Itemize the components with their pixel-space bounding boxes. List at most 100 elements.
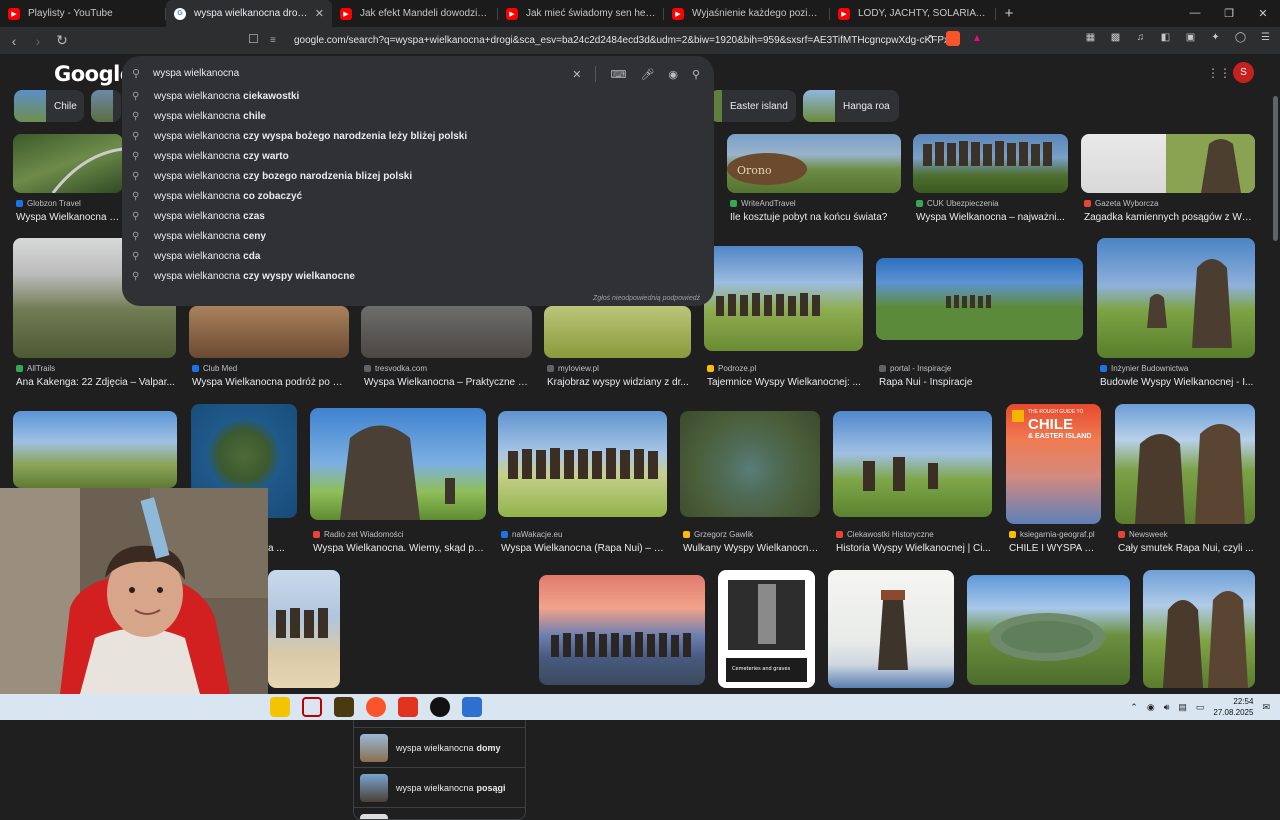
suggestion-item[interactable]: ⚲wyspa wielkanocnachile <box>122 106 714 126</box>
browser-tab[interactable]: ▶Jak mieć świadomy sen hehehe - You <box>498 0 664 27</box>
suggestion-item[interactable]: ⚲wyspa wielkanocnaceny <box>122 226 714 246</box>
chip-chile[interactable]: Chile <box>14 90 84 122</box>
chip-hanga-roa[interactable]: Hanga roa <box>803 90 899 122</box>
share-icon[interactable]: ↗ <box>922 32 936 46</box>
result-source[interactable]: Ciekawostki Historyczne <box>836 530 934 539</box>
result-image[interactable] <box>544 306 691 358</box>
browser-tab[interactable]: Gwyspa wielkanocna drogi - Szuk✕ <box>166 0 332 27</box>
result-source[interactable]: Club Med <box>192 364 237 373</box>
result-image[interactable] <box>828 570 954 688</box>
result-caption[interactable]: CHILE I WYSPA W... <box>1009 543 1101 554</box>
microphone-icon[interactable]: 🎤︎ <box>640 68 654 81</box>
forward-icon[interactable]: › <box>28 33 48 49</box>
battery-icon[interactable]: ▭ <box>1196 702 1205 713</box>
suggestion-item[interactable]: ⚲wyspa wielkanocnaczas <box>122 206 714 226</box>
similar-search-item[interactable]: wyspa wielkanocnaposągi <box>354 767 525 807</box>
obs-icon[interactable] <box>430 697 450 717</box>
extensions-icon[interactable]: ▦ <box>1084 31 1097 44</box>
media-icon[interactable]: ♫ <box>1134 31 1147 44</box>
report-suggestion-link[interactable]: Zgłoś nieodpowiednią podpowiedź <box>593 295 700 302</box>
result-image[interactable] <box>268 570 340 688</box>
result-source[interactable]: Newsweek <box>1118 530 1168 539</box>
result-image[interactable] <box>913 134 1068 193</box>
clear-icon[interactable]: ✕ <box>572 68 581 81</box>
browser-tab[interactable]: ▶Wyjaśnienie każdego poziomu duch <box>664 0 830 27</box>
result-image[interactable]: Cemeteries and graves <box>718 570 815 688</box>
app-icon[interactable] <box>398 697 418 717</box>
brave-rewards-icon[interactable]: ▲ <box>970 32 984 46</box>
close-window-icon[interactable]: ✕ <box>1246 7 1280 20</box>
result-source[interactable]: Inżynier Budownictwa <box>1100 364 1188 373</box>
result-image[interactable] <box>361 306 532 358</box>
new-tab-button[interactable]: + <box>996 5 1022 22</box>
network-icon[interactable]: ▤ <box>1178 702 1187 713</box>
result-caption[interactable]: Tajemnice Wyspy Wielkanocnej: ... <box>707 377 862 388</box>
result-image[interactable] <box>1097 238 1255 358</box>
result-caption[interactable]: Cały smutek Rapa Nui, czyli ... <box>1118 543 1254 554</box>
suggestion-item[interactable]: ⚲wyspa wielkanocnaco zobaczyć <box>122 186 714 206</box>
result-source[interactable]: portal - Inspiracje <box>879 364 951 373</box>
chip-easter-island[interactable]: Easter island <box>710 90 796 122</box>
chip-partial[interactable] <box>91 90 121 122</box>
wallet-icon[interactable]: ▣ <box>1184 31 1197 44</box>
vpn-icon[interactable]: ◯ <box>1234 31 1247 44</box>
lens-icon[interactable]: ◉ <box>668 68 678 81</box>
result-caption[interactable]: Wyspa Wielkanocna Ra... <box>16 212 124 223</box>
reload-icon[interactable]: ↻ <box>52 32 72 49</box>
result-image[interactable] <box>680 411 820 517</box>
app-icon[interactable] <box>334 697 354 717</box>
brave-shields-icon[interactable] <box>946 31 960 46</box>
similar-search-item[interactable] <box>354 807 525 820</box>
avatar[interactable]: S <box>1233 62 1254 83</box>
restore-icon[interactable]: ❐ <box>1212 7 1246 20</box>
microphone-tray-icon[interactable]: ◉ <box>1147 702 1155 713</box>
browser-tab[interactable]: ▶Jak efekt Mandeli dowodzi, że żyjemy <box>332 0 498 27</box>
result-caption[interactable]: Wyspa Wielkanocna – najważni... <box>916 212 1066 223</box>
result-source[interactable]: naWakacje.eu <box>501 530 562 539</box>
suggestion-item[interactable]: ⚲wyspa wielkanocnacda <box>122 246 714 266</box>
result-caption[interactable]: Ana Kakenga: 22 Zdjęcia – Valpar... <box>16 377 176 388</box>
suggestion-item[interactable]: ⚲wyspa wielkanocnaczy wyspy wielkanocne <box>122 266 714 286</box>
keyboard-icon[interactable]: ⌨ <box>610 68 626 81</box>
opera-icon[interactable] <box>302 697 322 717</box>
result-image[interactable] <box>876 258 1083 340</box>
site-info-icon[interactable]: ≡ <box>270 35 286 46</box>
result-image[interactable]: THE ROUGH GUIDE TO CHILE & EASTER ISLAND <box>1006 404 1101 524</box>
minimize-icon[interactable]: — <box>1178 7 1212 20</box>
result-caption[interactable]: Historia Wyspy Wielkanocnej | Ci... <box>836 543 991 554</box>
tray-expand-icon[interactable]: ⌃ <box>1130 702 1138 713</box>
result-source[interactable]: Globzon Travel <box>16 199 81 208</box>
result-source[interactable]: Gazeta Wyborcza <box>1084 199 1159 208</box>
result-image[interactable] <box>1143 570 1255 688</box>
sidebar-icon[interactable]: ◧ <box>1159 31 1172 44</box>
search-submit-icon[interactable]: ⚲ <box>692 68 700 81</box>
address-bar[interactable]: ≡ google.com/search?q=wyspa+wielkanocna+… <box>270 30 946 51</box>
screenshot-icon[interactable]: ▩ <box>1109 31 1122 44</box>
similar-search-item[interactable]: wyspa wielkanocnadomy <box>354 727 525 767</box>
result-image[interactable] <box>1115 404 1255 524</box>
search-input[interactable] <box>153 65 553 81</box>
result-source[interactable]: AllTrails <box>16 364 55 373</box>
result-source[interactable]: Grzegorz Gawlik <box>683 530 753 539</box>
result-image[interactable] <box>13 134 123 193</box>
result-caption[interactable]: Zagadka kamiennych posągów z Wy... <box>1084 212 1254 223</box>
result-caption[interactable]: Ile kosztuje pobyt na końcu świata? <box>730 212 900 223</box>
result-caption[interactable]: Wulkany Wyspy Wielkanocne... <box>683 543 819 554</box>
result-caption[interactable]: Krajobraz wyspy widziany z dr... <box>547 377 690 388</box>
result-source[interactable]: Radio zet Wiadomości <box>313 530 404 539</box>
file-explorer-icon[interactable] <box>270 697 290 717</box>
result-caption[interactable]: a ... <box>268 543 296 554</box>
scrollbar[interactable] <box>1273 96 1278 241</box>
result-source[interactable]: myloview.pl <box>547 364 599 373</box>
result-caption[interactable]: Wyspa Wielkanocna podróż po pr... <box>192 377 348 388</box>
result-image[interactable]: Orono <box>727 134 901 193</box>
result-source[interactable]: tresvodka.com <box>364 364 427 373</box>
result-image[interactable] <box>1081 134 1255 193</box>
result-image[interactable] <box>967 575 1130 685</box>
leo-ai-icon[interactable]: ✦ <box>1209 31 1222 44</box>
result-image[interactable] <box>704 246 863 351</box>
suggestion-item[interactable]: ⚲wyspa wielkanocnaciekawostki <box>122 86 714 106</box>
result-source[interactable]: ksiegarnia-geograf.pl <box>1009 530 1095 539</box>
menu-icon[interactable]: ☰ <box>1259 31 1272 44</box>
result-caption[interactable]: Wyspa Wielkanocna – Praktyczne In... <box>364 377 530 388</box>
